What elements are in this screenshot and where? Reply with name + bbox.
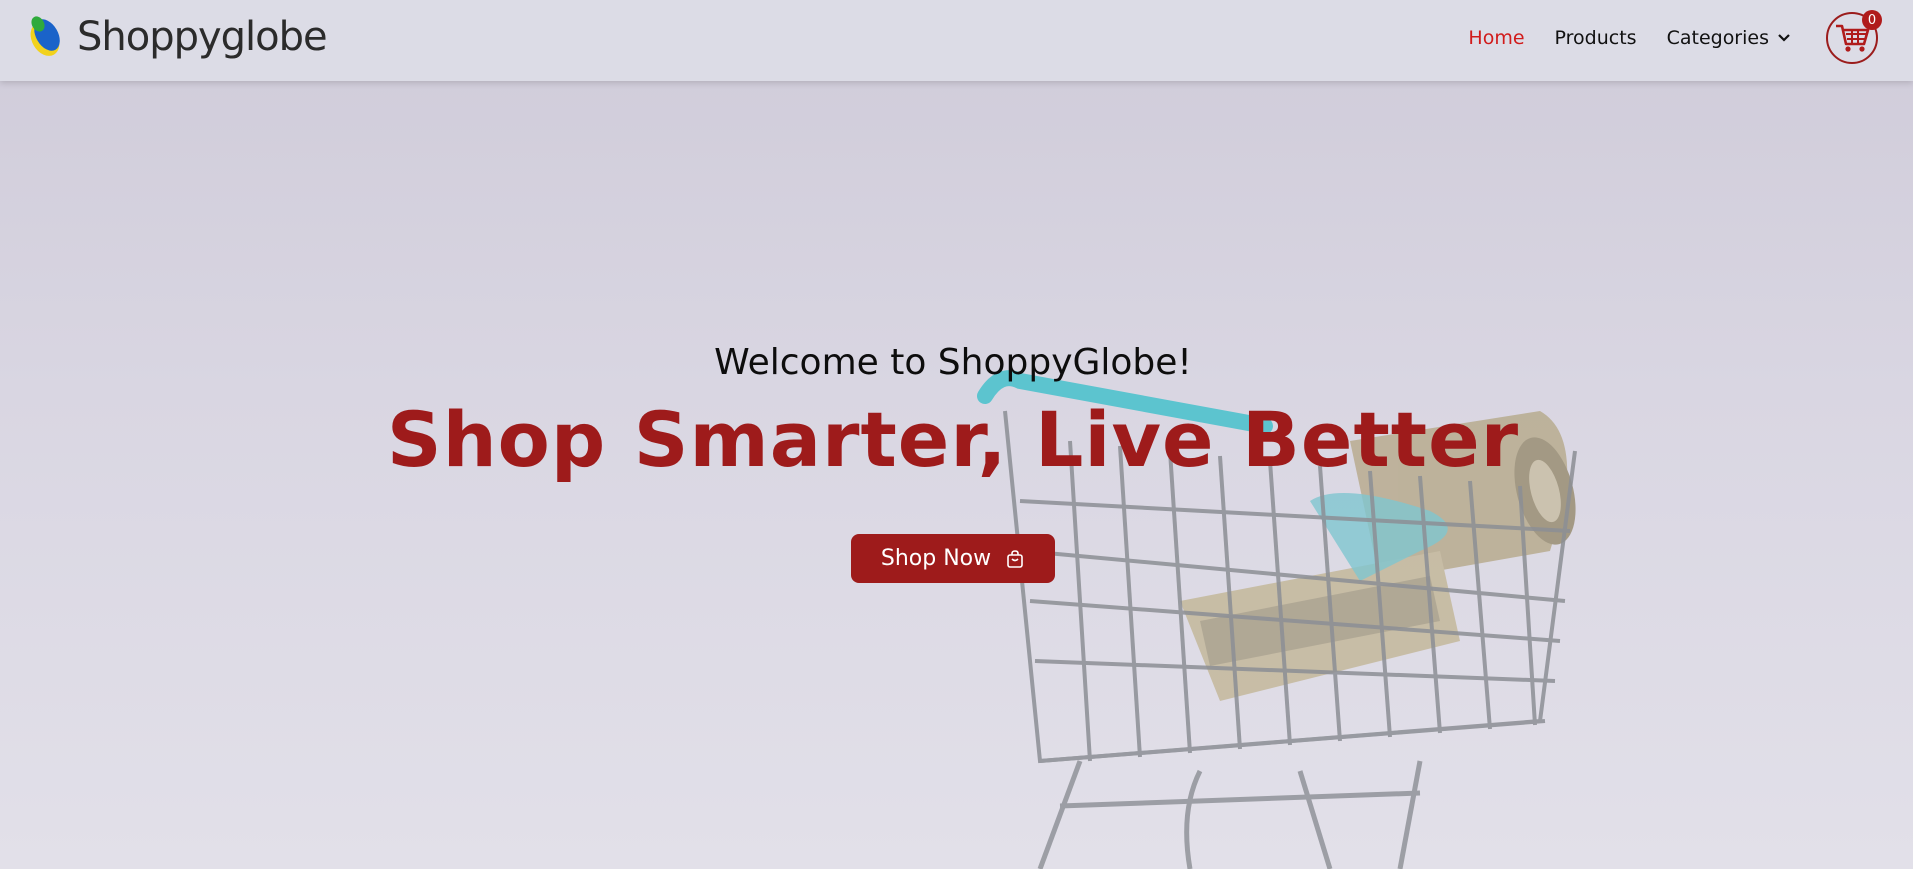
hero-welcome-text: Welcome to ShoppyGlobe! (714, 342, 1192, 383)
nav-categories-label: Categories (1666, 27, 1769, 49)
nav-home-link[interactable]: Home (1468, 27, 1524, 49)
brand-link[interactable]: Shoppyglobe (25, 12, 328, 62)
cart-count-badge: 0 (1862, 10, 1882, 30)
navbar: Shoppyglobe Home Products Categories 0 (0, 0, 1913, 81)
cart-legs (1037, 760, 1423, 869)
shop-now-button[interactable]: Shop Now (850, 534, 1056, 583)
chevron-down-icon (1778, 34, 1790, 42)
shopping-bag-icon (1007, 549, 1023, 568)
shop-now-label: Shop Now (880, 546, 992, 571)
nav-products-link[interactable]: Products (1555, 27, 1637, 49)
brand-name: Shoppyglobe (77, 14, 328, 60)
hero-section: Welcome to ShoppyGlobe! Shop Smarter, Li… (0, 330, 1906, 583)
nav-categories-dropdown[interactable]: Categories (1667, 27, 1791, 49)
brand-logo-icon (30, 16, 60, 56)
hero-headline: Shop Smarter, Live Better (386, 395, 1520, 484)
nav-links: Home Products Categories (1438, 0, 1791, 76)
